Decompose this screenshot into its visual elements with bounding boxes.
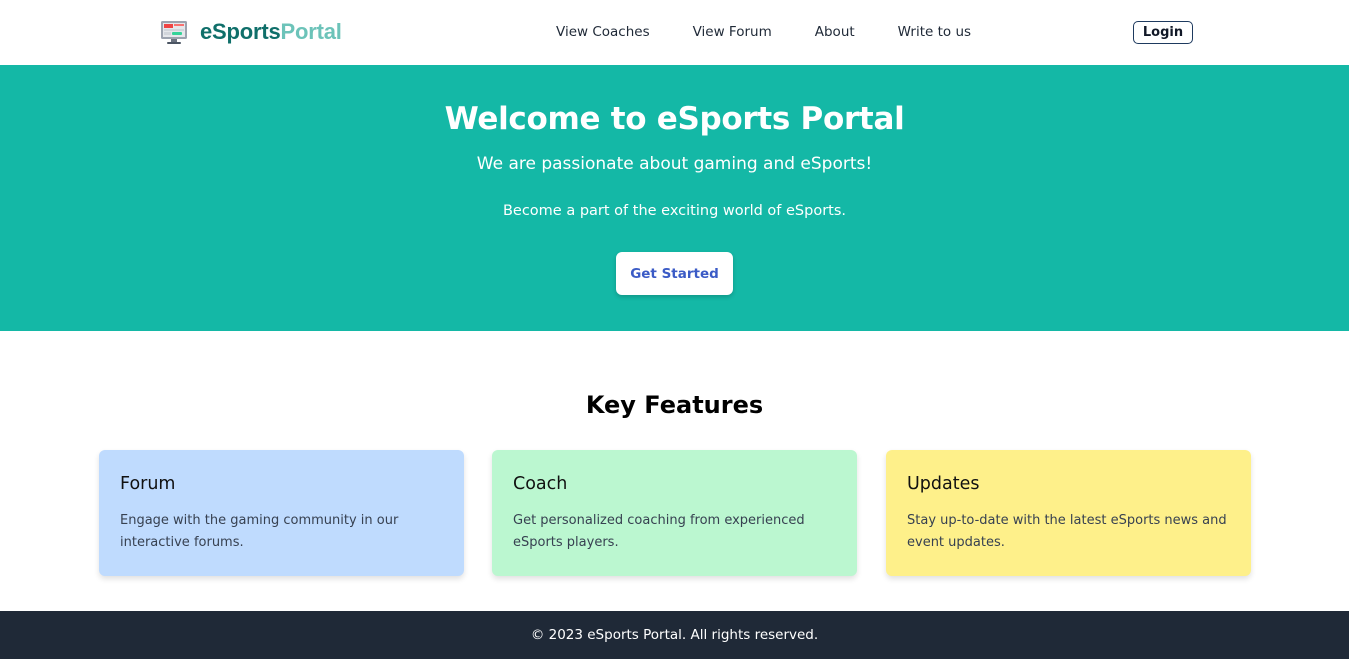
get-started-button[interactable]: Get Started	[616, 252, 733, 295]
brand-logo[interactable]: eSportsPortal	[160, 17, 342, 47]
feature-card-title: Coach	[513, 474, 568, 494]
main-nav: View Coaches View Forum About Write to u…	[556, 24, 1014, 40]
features-heading: Key Features	[585, 391, 764, 419]
hero-subtitle: Become a part of the exciting world of e…	[502, 203, 847, 219]
login-button[interactable]: Login	[1133, 21, 1193, 44]
monitor-icon	[161, 21, 187, 44]
feature-card-coach: Coach Get personalized coaching from exp…	[492, 450, 857, 576]
hero-tagline: We are passionate about gaming and eSpor…	[476, 154, 873, 174]
nav-about[interactable]: About	[815, 24, 855, 40]
feature-card-description: Get personalized coaching from experienc…	[513, 513, 805, 550]
brand-name-part2: Portal	[280, 19, 342, 44]
feature-card-updates: Updates Stay up-to-date with the latest …	[886, 450, 1251, 576]
nav-write-to-us[interactable]: Write to us	[898, 24, 971, 40]
site-footer: © 2023 eSports Portal. All rights reserv…	[0, 611, 1349, 659]
nav-view-coaches[interactable]: View Coaches	[556, 24, 650, 40]
feature-card-title: Forum	[120, 474, 176, 494]
brand-name-part1: eSports	[200, 19, 281, 44]
feature-card-description: Stay up-to-date with the latest eSports …	[907, 513, 1227, 550]
brand-name: eSportsPortal	[200, 19, 342, 45]
feature-card-description: Engage with the gaming community in our …	[120, 513, 399, 550]
site-header: eSportsPortal View Coaches View Forum Ab…	[0, 0, 1349, 65]
feature-card-forum: Forum Engage with the gaming community i…	[99, 450, 464, 576]
copyright-text: © 2023 eSports Portal. All rights reserv…	[530, 627, 819, 643]
nav-view-forum[interactable]: View Forum	[693, 24, 772, 40]
feature-card-title: Updates	[907, 474, 980, 494]
hero-section: Welcome to eSports Portal We are passion…	[0, 65, 1349, 331]
hero-title: Welcome to eSports Portal	[444, 101, 905, 137]
